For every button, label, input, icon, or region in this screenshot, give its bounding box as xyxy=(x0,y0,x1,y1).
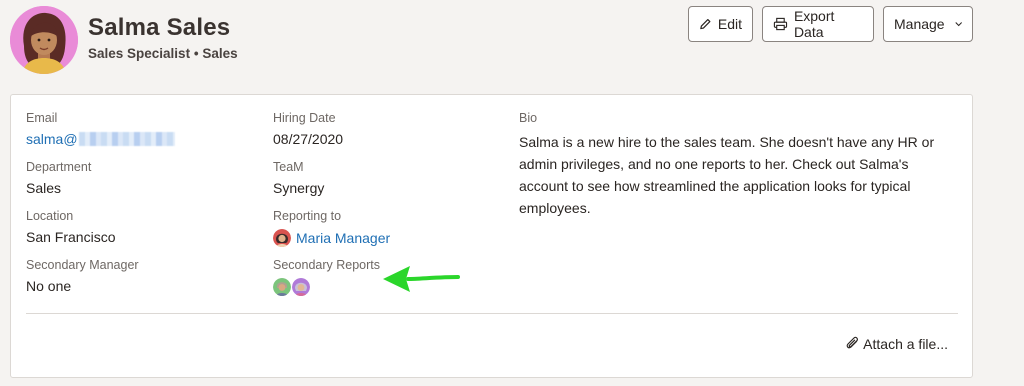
department-value: Sales xyxy=(26,180,62,196)
printer-icon xyxy=(773,17,788,31)
secondary-reports-label: Secondary Reports xyxy=(273,258,381,272)
location-label: Location xyxy=(26,209,74,223)
divider xyxy=(26,313,958,314)
arrow-left-icon xyxy=(383,266,460,292)
email-value: salma@ xyxy=(26,131,78,147)
manage-label: Manage xyxy=(894,16,945,32)
manager-avatar xyxy=(273,229,291,247)
secondary-manager-field: Secondary Manager No one xyxy=(26,258,139,294)
person-avatar-icon xyxy=(10,6,78,74)
attach-file-label: Attach a file... xyxy=(863,336,948,352)
location-value: San Francisco xyxy=(26,229,116,245)
reporting-to-person[interactable]: Maria Manager xyxy=(273,229,390,247)
bio-field: Bio Salma is a new hire to the sales tea… xyxy=(519,111,959,219)
hiring-date-field: Hiring Date 08/27/2020 xyxy=(273,111,343,147)
manage-dropdown[interactable]: Manage xyxy=(883,6,973,42)
attach-file-link[interactable]: Attach a file... xyxy=(845,336,948,352)
chevron-down-icon xyxy=(954,22,962,27)
profile-details-card: Email salma@ Department Sales Location S… xyxy=(10,94,973,378)
reporting-to-link[interactable]: Maria Manager xyxy=(296,230,390,246)
secondary-reports-avatars xyxy=(273,278,380,296)
edit-button[interactable]: Edit xyxy=(688,6,753,42)
person-avatar-icon xyxy=(273,278,291,296)
separator: • xyxy=(193,46,199,61)
edit-button-label: Edit xyxy=(717,16,742,32)
department-field: Department Sales xyxy=(26,160,91,196)
location-field: Location San Francisco xyxy=(26,209,115,245)
person-avatar-icon xyxy=(273,229,291,247)
redacted-email-domain xyxy=(78,132,175,146)
profile-name: Salma Sales xyxy=(88,14,231,41)
secondary-reports-field: Secondary Reports xyxy=(273,258,380,296)
profile-avatar xyxy=(10,6,78,74)
hiring-date-label: Hiring Date xyxy=(273,111,336,125)
person-avatar-icon xyxy=(292,278,310,296)
email-link[interactable]: salma@ xyxy=(26,131,175,147)
department-label: Department xyxy=(26,160,92,174)
report-avatar[interactable] xyxy=(292,278,310,296)
export-data-button[interactable]: Export Data xyxy=(762,6,874,42)
reporting-to-field: Reporting to Maria Manager xyxy=(273,209,390,247)
email-label: Email xyxy=(26,111,58,125)
export-data-label: Export Data xyxy=(793,8,835,40)
department-name: Sales xyxy=(202,46,238,61)
bio-label: Bio xyxy=(519,111,538,125)
hiring-date-value: 08/27/2020 xyxy=(273,131,344,147)
team-field: TeaM Synergy xyxy=(273,160,324,196)
team-value: Synergy xyxy=(273,180,325,196)
email-field: Email salma@ xyxy=(26,111,175,147)
job-title: Sales Specialist xyxy=(88,46,191,61)
paperclip-icon xyxy=(846,336,859,349)
profile-subtitle: Sales Specialist • Sales xyxy=(88,46,238,61)
team-label: TeaM xyxy=(273,160,304,174)
reporting-to-label: Reporting to xyxy=(273,209,342,223)
secondary-manager-value: No one xyxy=(26,278,72,294)
report-avatar[interactable] xyxy=(273,278,291,296)
pencil-icon xyxy=(700,18,711,30)
secondary-manager-label: Secondary Manager xyxy=(26,258,139,272)
header-actions: Edit Export Data Manage xyxy=(688,6,973,42)
bio-text: Salma is a new hire to the sales team. S… xyxy=(519,134,935,216)
